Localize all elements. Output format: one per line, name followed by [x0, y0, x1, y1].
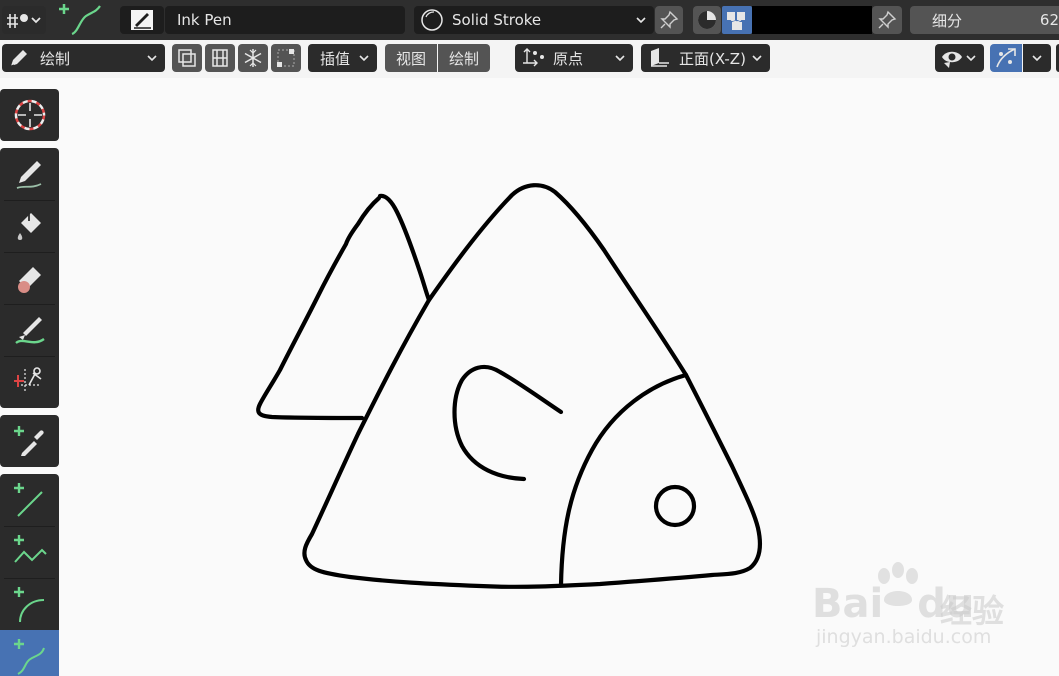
- fill-bucket-icon: [17, 211, 41, 240]
- tool-curve[interactable]: [0, 630, 59, 676]
- snowflake-icon: [244, 49, 262, 67]
- material-sphere-icon: [421, 9, 443, 31]
- curve-tool-indicator-icon: [58, 2, 104, 38]
- brush-preview-button[interactable]: [120, 6, 164, 34]
- watermark-url: jingyan.baidu.com: [816, 626, 992, 648]
- snap-vertices-icon: [277, 49, 295, 67]
- eye-icon: [942, 51, 962, 68]
- tool-eyedropper[interactable]: [0, 415, 59, 467]
- interpolate-menu[interactable]: 插值: [308, 44, 377, 72]
- origin-placement-icon: [523, 48, 544, 67]
- viewport-header: 绘制 插值 视图 绘制 原点 正面(X-Z): [0, 40, 1059, 78]
- tool-draw[interactable]: [0, 148, 59, 200]
- toolbar-group-cursor: [0, 89, 59, 141]
- tint-brush-icon: [14, 317, 45, 345]
- gill-stroke: [558, 372, 689, 588]
- tool-line[interactable]: [0, 474, 59, 526]
- fin-stroke: [452, 364, 564, 482]
- view-menu-label: 视图: [395, 49, 426, 68]
- material-name: Solid Stroke: [452, 11, 542, 29]
- brush-name: Ink Pen: [177, 11, 232, 29]
- ink-pen-brush-icon: [131, 10, 153, 30]
- stroke-color-mode-button[interactable]: [722, 6, 752, 34]
- draw-menu[interactable]: 绘制: [438, 44, 490, 72]
- chevron-down-icon: [636, 17, 646, 24]
- drawing-plane-selector[interactable]: 正面(X-Z): [641, 44, 770, 72]
- cursor-icon: [14, 99, 45, 131]
- vertex-color-icon: [698, 11, 716, 29]
- watermark: Bai du 经验 jingyan.baidu.com: [810, 560, 1050, 660]
- polyline-icon: [13, 535, 47, 563]
- eyedropper-icon: [13, 426, 44, 456]
- material-pin-button[interactable]: [655, 6, 683, 34]
- stroke-placement-selector[interactable]: 原点: [515, 44, 633, 72]
- gizmo-toggle-button[interactable]: [990, 44, 1022, 72]
- pin-icon: [878, 10, 897, 29]
- tool-fill[interactable]: [0, 200, 59, 252]
- layers-lock-icon: [212, 49, 228, 67]
- brush-name-field[interactable]: Ink Pen: [165, 6, 405, 34]
- color-pin-button[interactable]: [872, 6, 902, 34]
- plane-label: 正面(X-Z): [679, 49, 746, 68]
- pencil-icon: [10, 50, 27, 67]
- pin-icon: [660, 10, 679, 29]
- toolbar-group-primitives: [0, 474, 59, 676]
- mode-selector[interactable]: 绘制: [2, 44, 165, 72]
- body-stroke: [302, 183, 762, 589]
- mode-label: 绘制: [40, 49, 71, 68]
- tool-settings-bar: Ink Pen Solid Stroke 细分 62: [0, 0, 1059, 40]
- chevron-down-icon: [359, 55, 369, 62]
- view-menu[interactable]: 视图: [385, 44, 437, 72]
- chevron-down-icon: [615, 55, 625, 62]
- arc-icon: [13, 587, 44, 623]
- eraser-icon: [17, 267, 41, 293]
- line-icon: [13, 483, 43, 517]
- color-mode-button[interactable]: [693, 6, 721, 34]
- toolbar-group-draw: [0, 148, 59, 408]
- snap-button[interactable]: [271, 44, 301, 72]
- autolock-layers-button[interactable]: [205, 44, 235, 72]
- draw-menu-label: 绘制: [448, 49, 479, 68]
- curve-icon: [13, 639, 45, 675]
- subdivision-label: 细分: [932, 11, 963, 30]
- chevron-down-icon: [147, 55, 157, 62]
- tool-cursor[interactable]: [0, 89, 59, 141]
- tool-polyline[interactable]: [0, 526, 59, 578]
- grease-pencil-mode-button[interactable]: [2, 6, 46, 34]
- tool-erase[interactable]: [0, 252, 59, 304]
- eye-stroke: [653, 484, 697, 528]
- multiframe-icon: [178, 49, 196, 67]
- chevron-down-icon: [752, 55, 762, 62]
- tool-cutter[interactable]: [0, 356, 59, 408]
- tool-arc[interactable]: [0, 578, 59, 630]
- watermark-brand-part1: Bai: [812, 581, 884, 627]
- stroke-color-swatch[interactable]: [752, 6, 872, 34]
- back-fin-stroke: [256, 193, 432, 421]
- visibility-overlay-button[interactable]: [935, 44, 984, 72]
- chevron-down-icon: [1032, 55, 1042, 62]
- origin-label: 原点: [553, 49, 584, 68]
- subdivision-value: 62: [1039, 11, 1059, 29]
- material-selector[interactable]: Solid Stroke: [414, 6, 654, 34]
- grease-pencil-icon: [7, 14, 41, 28]
- gizmo-options-button[interactable]: [1023, 44, 1051, 72]
- toolbar-group-eyedropper: [0, 415, 59, 467]
- tool-tint[interactable]: [0, 304, 59, 356]
- front-plane-icon: [651, 48, 669, 67]
- chevron-down-icon: [966, 55, 976, 62]
- cutter-icon: [13, 367, 41, 393]
- pencil-icon: [16, 161, 41, 189]
- interpolate-label: 插值: [320, 49, 351, 68]
- subdivision-field[interactable]: 细分 62: [910, 6, 1059, 34]
- material-color-icon: [727, 12, 745, 30]
- curve-edit-icon: [996, 48, 1016, 68]
- multiframe-button[interactable]: [172, 44, 202, 72]
- freeze-button[interactable]: [238, 44, 268, 72]
